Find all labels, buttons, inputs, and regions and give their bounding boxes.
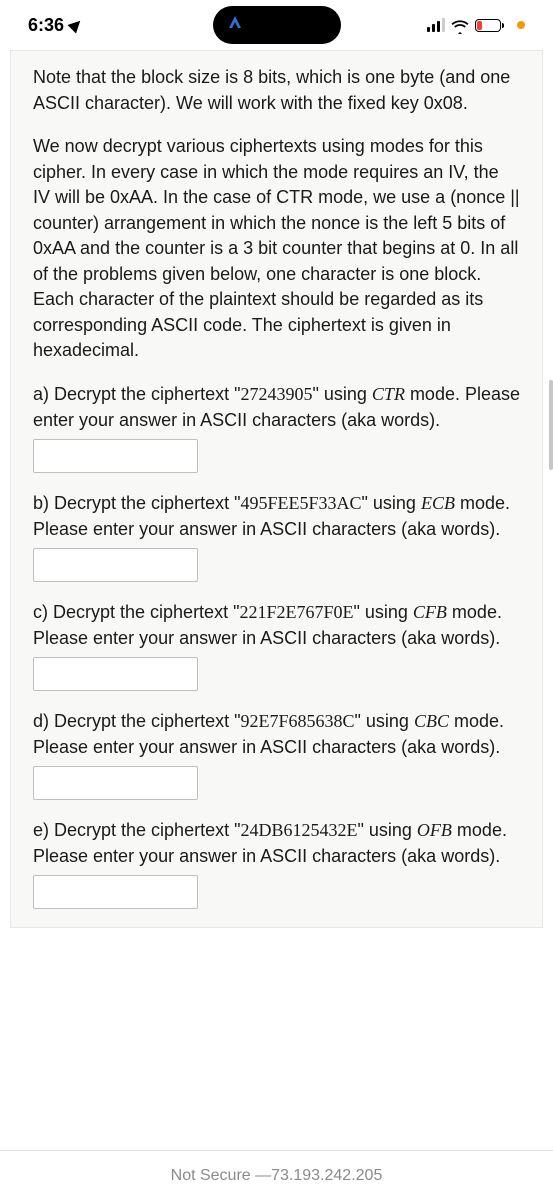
status-bar: 6:36 [0,0,553,50]
privacy-indicator-icon [517,21,525,29]
question-e-pre: e) Decrypt the ciphertext " [33,820,240,840]
question-e-mid: " using [357,820,416,840]
host-label: 73.193.242.205 [271,1167,382,1185]
app-logo-icon [227,14,243,36]
answer-input-a[interactable] [33,439,198,473]
question-b-pre: b) Decrypt the ciphertext " [33,493,240,513]
question-a-mid: " using [312,384,371,404]
question-c-pre: c) Decrypt the ciphertext " [33,602,239,622]
question-d-pre: d) Decrypt the ciphertext " [33,711,240,731]
question-d: d) Decrypt the ciphertext "92E7F685638C"… [33,709,520,800]
answer-input-e[interactable] [33,875,198,909]
dynamic-island [213,6,341,44]
question-d-code: 92E7F685638C [240,711,354,731]
question-a-code: 27243905 [240,384,312,404]
question-c-mid: " using [353,602,412,622]
status-time-group: 6:36 [28,15,82,36]
address-bar[interactable]: Not Secure — 73.193.242.205 [0,1150,553,1200]
question-a: a) Decrypt the ciphertext "27243905" usi… [33,382,520,473]
security-label: Not Secure — [171,1167,271,1185]
question-d-mid: " using [355,711,414,731]
question-d-mode: CBC [414,711,449,731]
status-right-group [427,18,525,32]
question-e-mode: OFB [417,820,452,840]
location-arrow-icon [68,17,85,34]
answer-input-d[interactable] [33,766,198,800]
question-c-code: 221F2E767F0E [239,602,353,622]
battery-icon [475,19,501,32]
wifi-icon [451,18,469,32]
question-a-mode: CTR [372,384,405,404]
answer-input-c[interactable] [33,657,198,691]
answer-input-b[interactable] [33,548,198,582]
question-b-mode: ECB [421,493,455,513]
question-c-mode: CFB [413,602,447,622]
intro-paragraph-1: Note that the block size is 8 bits, whic… [33,65,520,116]
page-content: Note that the block size is 8 bits, whic… [10,50,543,928]
question-a-pre: a) Decrypt the ciphertext " [33,384,240,404]
question-b: b) Decrypt the ciphertext "495FEE5F33AC"… [33,491,520,582]
question-c: c) Decrypt the ciphertext "221F2E767F0E"… [33,600,520,691]
question-b-mid: " using [362,493,421,513]
question-e-code: 24DB6125432E [240,820,357,840]
question-e: e) Decrypt the ciphertext "24DB6125432E"… [33,818,520,909]
status-time: 6:36 [28,15,64,36]
question-b-code: 495FEE5F33AC [240,493,361,513]
scrollbar-thumb[interactable] [549,380,553,470]
intro-paragraph-2: We now decrypt various ciphertexts using… [33,134,520,364]
cell-signal-icon [427,18,445,32]
